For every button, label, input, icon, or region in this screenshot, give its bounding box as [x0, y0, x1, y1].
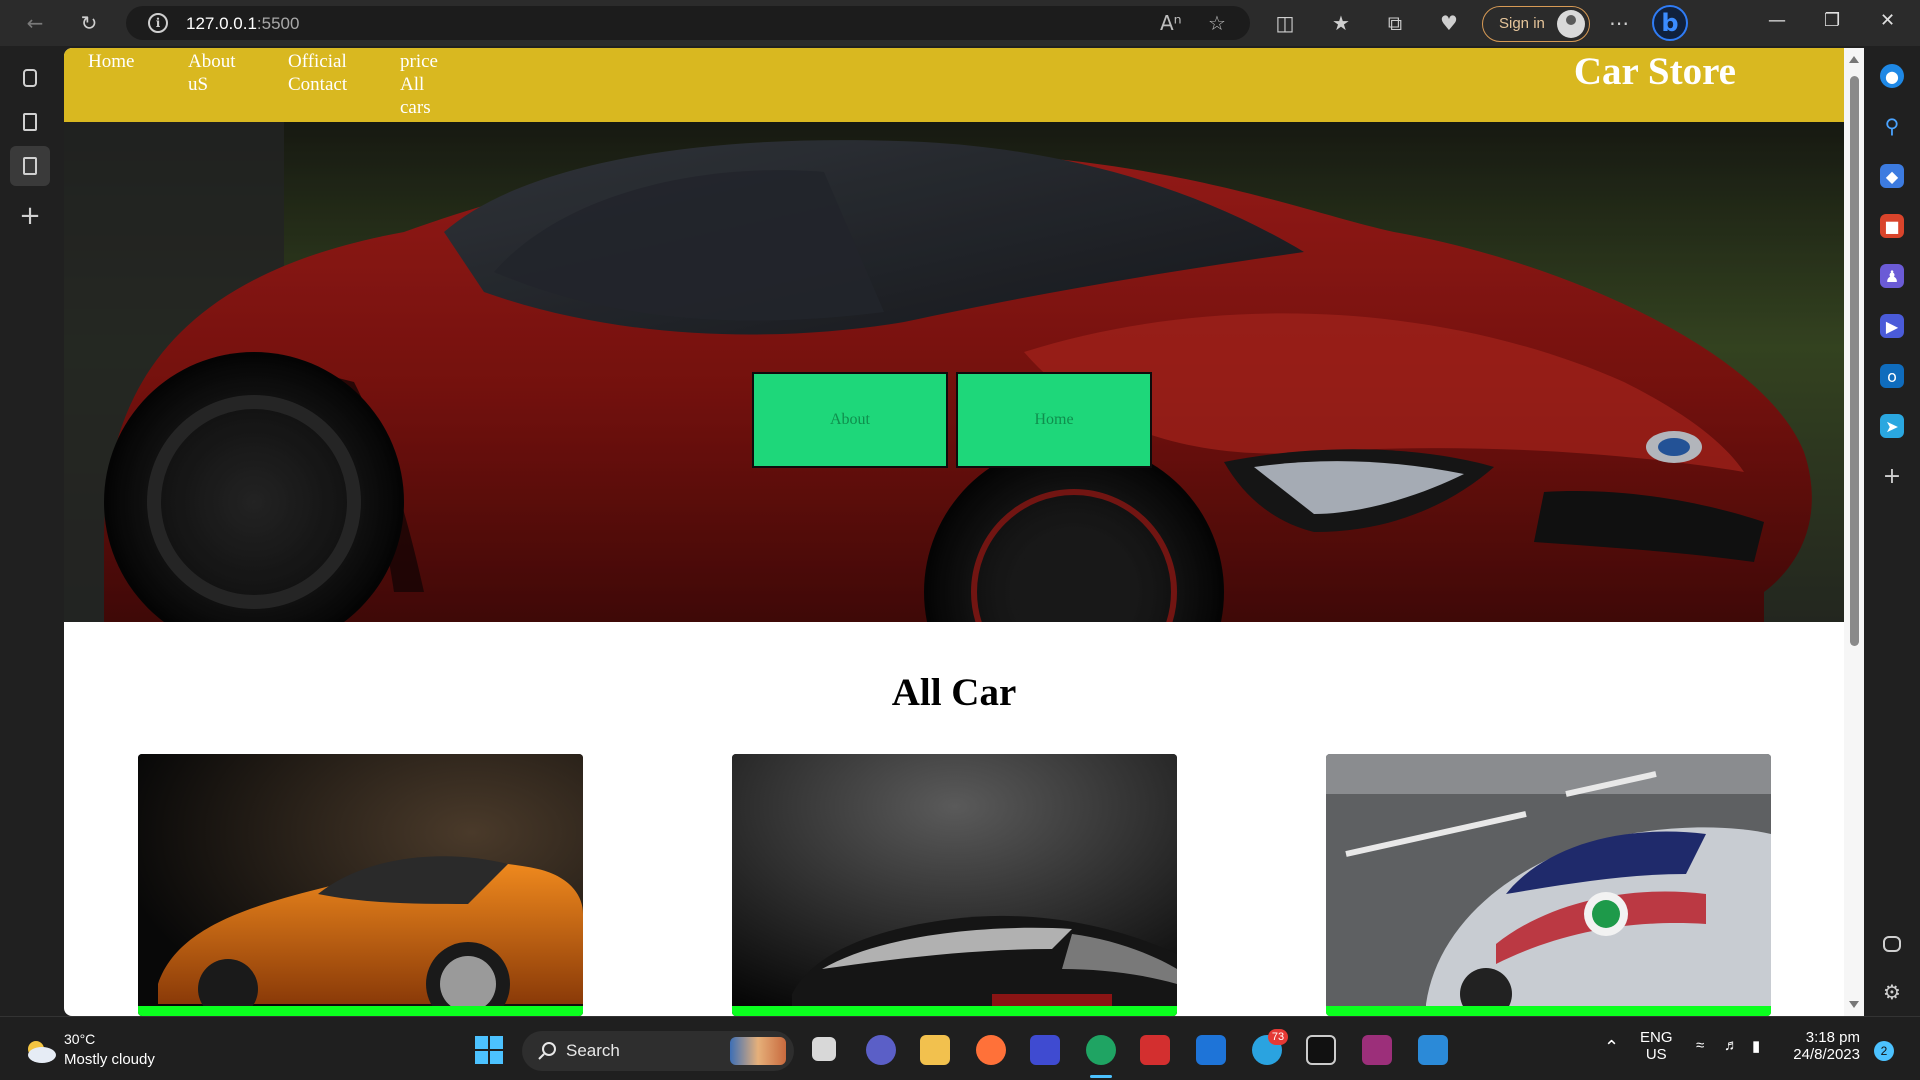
black-supercar-image — [732, 754, 1177, 1016]
task-view-icon[interactable] — [812, 1037, 836, 1061]
tab-active-page-icon[interactable] — [10, 146, 50, 186]
send-icon[interactable]: ➤ — [1880, 414, 1904, 438]
teams-chat-icon[interactable] — [866, 1035, 896, 1065]
outlook-icon[interactable]: o — [1880, 364, 1904, 388]
terminal-icon[interactable] — [1306, 1035, 1336, 1065]
page-scrollbar[interactable] — [1844, 48, 1864, 1016]
site-brand: Car Store — [1573, 50, 1736, 93]
page-viewport: Home About uS Official Contact price All… — [64, 48, 1864, 1016]
copilot-app-icon[interactable]: ▶ — [1880, 314, 1904, 338]
tools-briefcase-icon[interactable]: ■ — [1880, 214, 1904, 238]
favorite-star-icon[interactable]: ☆ — [1208, 11, 1226, 35]
copilot-taskbar-icon[interactable] — [1030, 1035, 1060, 1065]
car-card[interactable] — [138, 754, 583, 1016]
collections-icon[interactable]: ⧉ — [1382, 10, 1408, 36]
nav-link-contact[interactable]: Official Contact — [288, 50, 364, 96]
hide-sidebar-icon[interactable] — [1883, 936, 1901, 952]
edge-sidebar: ● ⚲ ◆ ■ ♟ ▶ o ➤ + ⚙ — [1864, 46, 1920, 1016]
mail-icon[interactable] — [1196, 1035, 1226, 1065]
split-screen-icon[interactable]: ◫ — [1272, 10, 1298, 36]
settings-gear-icon[interactable]: ⚙ — [1880, 980, 1904, 1004]
clock[interactable]: 3:18 pm 24/8/2023 — [1790, 1029, 1860, 1063]
vscode-icon[interactable] — [1418, 1035, 1448, 1065]
race-car-image — [1326, 754, 1771, 1016]
volume-icon[interactable]: ♬ — [1724, 1037, 1739, 1054]
favorites-icon[interactable]: ★ — [1328, 10, 1354, 36]
site-navbar: Home About uS Official Contact price All… — [64, 48, 1844, 122]
firefox-icon[interactable] — [976, 1035, 1006, 1065]
file-explorer-icon[interactable] — [920, 1035, 950, 1065]
taskbar-search-box[interactable]: Search — [522, 1031, 794, 1071]
refresh-icon[interactable]: ↻ — [76, 10, 102, 36]
search-icon[interactable]: ⚲ — [1880, 114, 1904, 138]
edge-browser-icon[interactable] — [1086, 1035, 1116, 1065]
car-card[interactable] — [1326, 754, 1771, 1016]
card-accent-bar — [138, 1006, 583, 1016]
weather-cloud-icon[interactable] — [22, 1039, 58, 1063]
weather-description[interactable]: Mostly cloudy — [64, 1051, 155, 1068]
restore-icon[interactable]: ❐ — [1824, 10, 1840, 31]
orange-supercar-image — [138, 754, 583, 1016]
games-icon[interactable]: ♟ — [1880, 264, 1904, 288]
shopping-tag-icon[interactable]: ◆ — [1880, 164, 1904, 188]
tab-page-icon[interactable] — [10, 102, 50, 142]
nav-link-home[interactable]: Home — [88, 50, 170, 73]
language-indicator[interactable]: ENG US — [1640, 1029, 1673, 1063]
url-text: 127.0.0.1:5500 — [186, 14, 300, 33]
show-hidden-icons-chevron-icon[interactable]: ⌃ — [1604, 1037, 1619, 1058]
more-menu-icon[interactable]: ⋯ — [1606, 10, 1632, 36]
section-title: All Car — [891, 671, 1017, 714]
browser-essentials-icon[interactable]: ♥ — [1436, 10, 1462, 36]
browser-toolbar: ← ↻ i 127.0.0.1:5500 Aⁿ ☆ ◫ ★ ⧉ ♥ Sign i… — [0, 0, 1920, 46]
address-bar[interactable]: i 127.0.0.1:5500 Aⁿ ☆ — [126, 6, 1250, 40]
car-card[interactable] — [732, 754, 1177, 1016]
nav-link-price[interactable]: price All cars — [400, 50, 450, 119]
site-info-icon[interactable]: i — [148, 13, 168, 33]
red-sports-car-image — [64, 122, 1844, 622]
search-icon — [538, 1042, 556, 1060]
close-icon[interactable]: ✕ — [1880, 10, 1895, 31]
hero-banner: About Home — [64, 122, 1844, 622]
hero-about-button[interactable]: About — [752, 372, 948, 468]
sign-in-button[interactable]: Sign in — [1482, 6, 1590, 42]
active-app-indicator — [1090, 1075, 1112, 1078]
winrar-icon[interactable] — [1362, 1035, 1392, 1065]
profile-avatar-icon — [1557, 10, 1585, 38]
notification-count-badge[interactable]: 2 — [1874, 1041, 1894, 1061]
wps-office-icon[interactable] — [1140, 1035, 1170, 1065]
windows-taskbar: 30°C Mostly cloudy Search 73 ⌃ ENG US ≈ … — [0, 1016, 1920, 1080]
notifications-bell-icon[interactable]: ● — [1880, 64, 1904, 88]
tab-actions-icon[interactable] — [10, 58, 50, 98]
minimize-icon[interactable]: — — [1768, 10, 1786, 31]
read-aloud-icon[interactable]: Aⁿ — [1160, 11, 1182, 35]
scroll-up-arrow-icon[interactable] — [1849, 56, 1859, 63]
back-icon[interactable]: ← — [22, 10, 48, 36]
new-tab-icon[interactable]: + — [10, 196, 50, 236]
card-accent-bar — [732, 1006, 1177, 1016]
weather-temperature[interactable]: 30°C — [64, 1031, 95, 1047]
windows-start-icon[interactable] — [474, 1035, 504, 1065]
copilot-bing-icon[interactable]: b — [1652, 5, 1688, 41]
vertical-tabs-bar: + — [0, 46, 64, 1016]
telegram-unread-badge: 73 — [1268, 1029, 1288, 1045]
scrollbar-thumb[interactable] — [1850, 76, 1859, 646]
scroll-down-arrow-icon[interactable] — [1849, 1001, 1859, 1008]
battery-icon[interactable]: ▮ — [1752, 1037, 1760, 1055]
hero-home-button[interactable]: Home — [956, 372, 1152, 468]
wifi-icon[interactable]: ≈ — [1696, 1037, 1704, 1054]
search-highlight-image — [730, 1037, 786, 1065]
card-accent-bar — [1326, 1006, 1771, 1016]
nav-link-about[interactable]: About uS — [188, 50, 248, 96]
add-sidebar-app-icon[interactable]: + — [1880, 464, 1904, 489]
